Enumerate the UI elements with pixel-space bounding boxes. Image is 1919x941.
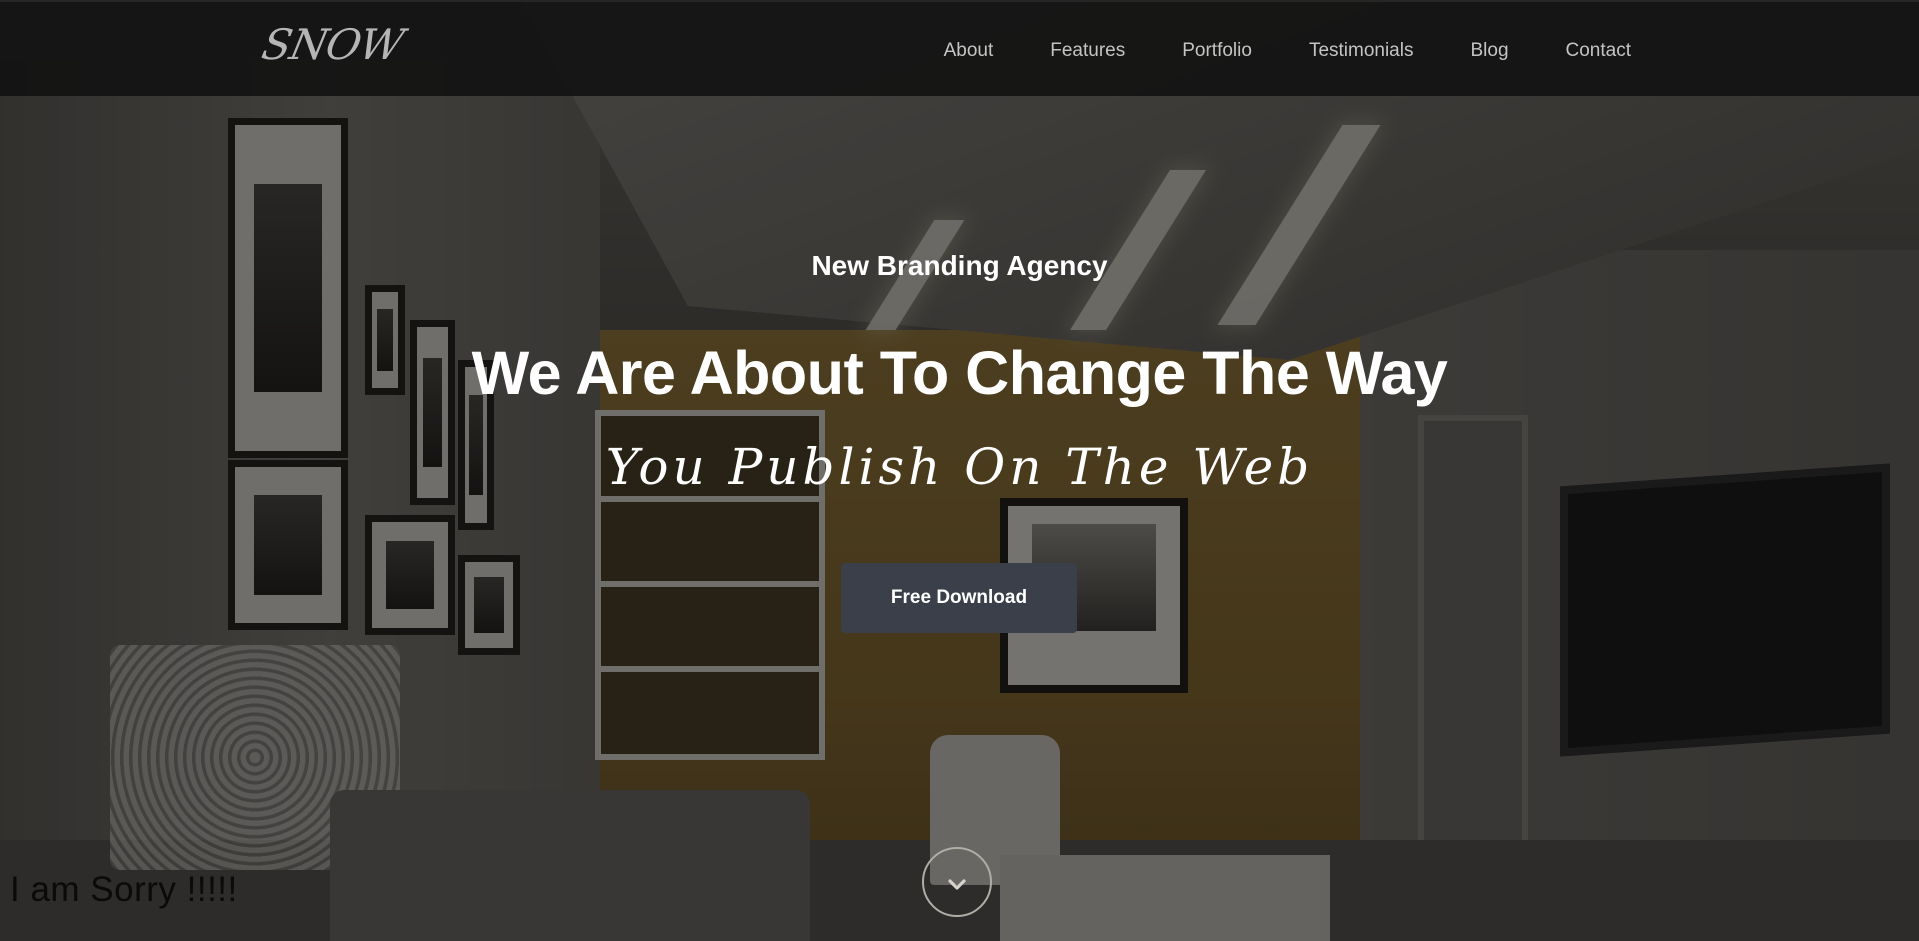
- nav-link-about[interactable]: About: [944, 40, 994, 62]
- chevron-down-icon: [948, 876, 966, 890]
- hero-subtitle: New Branding Agency: [811, 250, 1108, 281]
- nav-link-contact[interactable]: Contact: [1566, 40, 1631, 62]
- scroll-down-button[interactable]: [922, 847, 992, 917]
- main-nav: About Features Portfolio Testimonials Bl…: [944, 40, 1631, 62]
- top-navbar: SNOW About Features Portfolio Testimonia…: [0, 0, 1919, 96]
- hero-headline: We Are About To Change The Way: [471, 339, 1448, 407]
- nav-link-blog[interactable]: Blog: [1470, 40, 1508, 62]
- hero-script-line: You Publish On The Web: [605, 438, 1314, 496]
- brand-logo[interactable]: SNOW: [258, 20, 408, 69]
- nav-link-portfolio[interactable]: Portfolio: [1182, 40, 1252, 62]
- nav-link-testimonials[interactable]: Testimonials: [1309, 40, 1414, 62]
- overlay-note-text: I am Sorry !!!!!: [10, 870, 238, 909]
- nav-link-features[interactable]: Features: [1050, 40, 1125, 62]
- free-download-button[interactable]: Free Download: [841, 563, 1077, 633]
